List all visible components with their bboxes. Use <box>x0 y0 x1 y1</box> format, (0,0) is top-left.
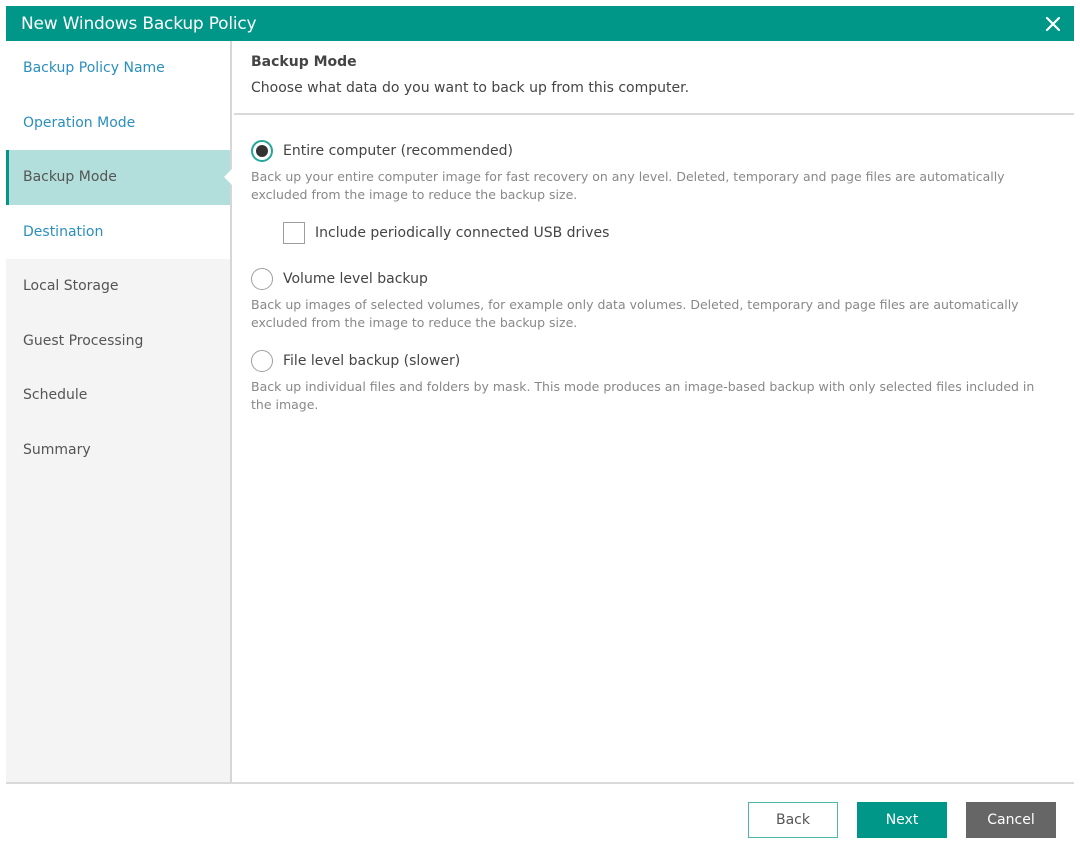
radio-label: File level backup (slower) <box>283 353 461 369</box>
sidebar-item-destination[interactable]: Destination <box>6 205 230 260</box>
radio-label: Entire computer (recommended) <box>283 143 513 159</box>
footer-divider <box>6 782 1074 784</box>
option-description: Back up your entire computer image for f… <box>251 169 1005 202</box>
sidebar-item-schedule[interactable]: Schedule <box>6 368 230 423</box>
entire-computer-radio[interactable]: Entire computer (recommended) <box>251 140 1051 162</box>
sidebar-item-backup-policy-name[interactable]: Backup Policy Name <box>6 41 230 96</box>
wizard-steps-sidebar: Backup Policy Name Operation Mode Backup… <box>6 41 232 783</box>
volume-level-radio[interactable]: Volume level backup <box>251 268 1051 290</box>
sidebar-item-operation-mode[interactable]: Operation Mode <box>6 96 230 151</box>
title-bar: New Windows Backup Policy <box>6 6 1074 41</box>
radio-label: Volume level backup <box>283 271 428 287</box>
next-button[interactable]: Next <box>857 802 947 838</box>
option-description: Back up images of selected volumes, for … <box>251 297 1019 330</box>
close-button[interactable] <box>1042 13 1064 35</box>
radio-checked-icon <box>251 140 273 162</box>
backup-mode-panel: Backup Mode Choose what data do you want… <box>234 41 1074 783</box>
radio-unchecked-icon <box>251 350 273 372</box>
sidebar-item-label: Destination <box>23 223 104 240</box>
checkbox-label: Include periodically connected USB drive… <box>315 225 610 241</box>
sidebar-item-backup-mode[interactable]: Backup Mode <box>6 150 232 205</box>
step-title: Backup Mode <box>251 54 357 70</box>
sidebar-item-guest-processing[interactable]: Guest Processing <box>6 314 230 369</box>
back-button[interactable]: Back <box>748 802 838 838</box>
sidebar-item-label: Schedule <box>23 387 88 404</box>
sidebar-item-local-storage[interactable]: Local Storage <box>6 259 230 314</box>
sidebar-item-label: Local Storage <box>23 278 119 295</box>
sidebar-item-label: Guest Processing <box>23 332 144 349</box>
step-header: Backup Mode Choose what data do you want… <box>234 41 1074 115</box>
radio-unchecked-icon <box>251 268 273 290</box>
sidebar-item-summary[interactable]: Summary <box>6 423 230 478</box>
close-icon <box>1045 16 1061 31</box>
new-windows-backup-policy-dialog: New Windows Backup Policy Backup Policy … <box>6 6 1074 847</box>
file-level-radio[interactable]: File level backup (slower) <box>251 350 1051 372</box>
sidebar-item-label: Operation Mode <box>23 114 136 131</box>
sidebar-item-label: Backup Policy Name <box>23 60 165 77</box>
sidebar-item-label: Summary <box>23 441 91 458</box>
step-subtitle: Choose what data do you want to back up … <box>251 80 690 96</box>
cancel-button[interactable]: Cancel <box>966 802 1056 838</box>
option-entire-computer: Entire computer (recommended) Back up yo… <box>251 140 1051 204</box>
checkbox-unchecked-icon <box>283 222 305 244</box>
sidebar-item-label: Backup Mode <box>23 169 117 186</box>
option-file-level: File level backup (slower) Back up indiv… <box>251 350 1051 414</box>
include-usb-drives-checkbox[interactable]: Include periodically connected USB drive… <box>283 222 609 244</box>
dialog-title: New Windows Backup Policy <box>21 13 257 34</box>
option-description: Back up individual files and folders by … <box>251 379 1035 412</box>
option-volume-level: Volume level backup Back up images of se… <box>251 268 1051 332</box>
